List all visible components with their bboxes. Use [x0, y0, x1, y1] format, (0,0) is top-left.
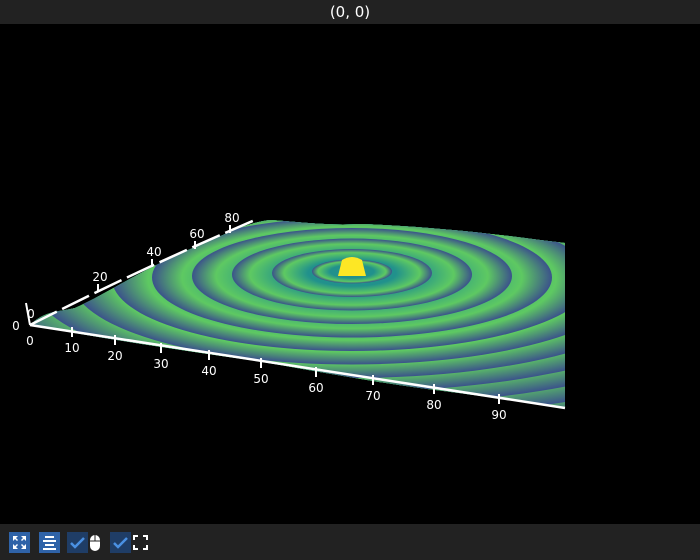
- y-tick-label: 20: [92, 270, 107, 284]
- x-tick-label: 60: [308, 381, 323, 395]
- surface-mesh: [30, 220, 565, 408]
- y-tick-label: 40: [146, 245, 161, 259]
- x-tick-label: 90: [491, 408, 506, 422]
- y-tick-label: 60: [189, 227, 204, 241]
- checkmark-icon: [70, 537, 85, 549]
- x-tick-label: 10: [64, 341, 79, 355]
- align-button[interactable]: [39, 532, 60, 553]
- window-title: (0, 0): [0, 0, 700, 24]
- surface-plot[interactable]: 0 102030 4050607080902040608000: [0, 24, 700, 524]
- x-tick-label: 70: [365, 389, 380, 403]
- origin-label: 0: [12, 319, 20, 333]
- x-tick-label: 40: [201, 364, 216, 378]
- mouse-interaction-checkbox[interactable]: [67, 532, 88, 553]
- toolbar: [0, 524, 700, 560]
- x-tick-label: 50: [253, 372, 268, 386]
- x-tick-label: 0: [26, 334, 34, 348]
- y-tick-label: 80: [224, 211, 239, 225]
- mouse-icon: [90, 535, 100, 551]
- x-tick-label: 20: [107, 349, 122, 363]
- fullscreen-icon: [133, 535, 148, 550]
- x-tick-label: 30: [153, 357, 168, 371]
- x-tick-label: 80: [426, 398, 441, 412]
- align-center-icon: [43, 536, 56, 550]
- expand-arrows-icon: [13, 536, 26, 549]
- checkmark-icon: [113, 537, 128, 549]
- reset-view-button[interactable]: [9, 532, 30, 553]
- plot-canvas[interactable]: 0 10 20 30 40 50 60 70 80 90 20 40 60 80 0 0: [0, 24, 700, 524]
- z-tick-label: 0: [27, 307, 35, 321]
- fullscreen-checkbox[interactable]: [110, 532, 131, 553]
